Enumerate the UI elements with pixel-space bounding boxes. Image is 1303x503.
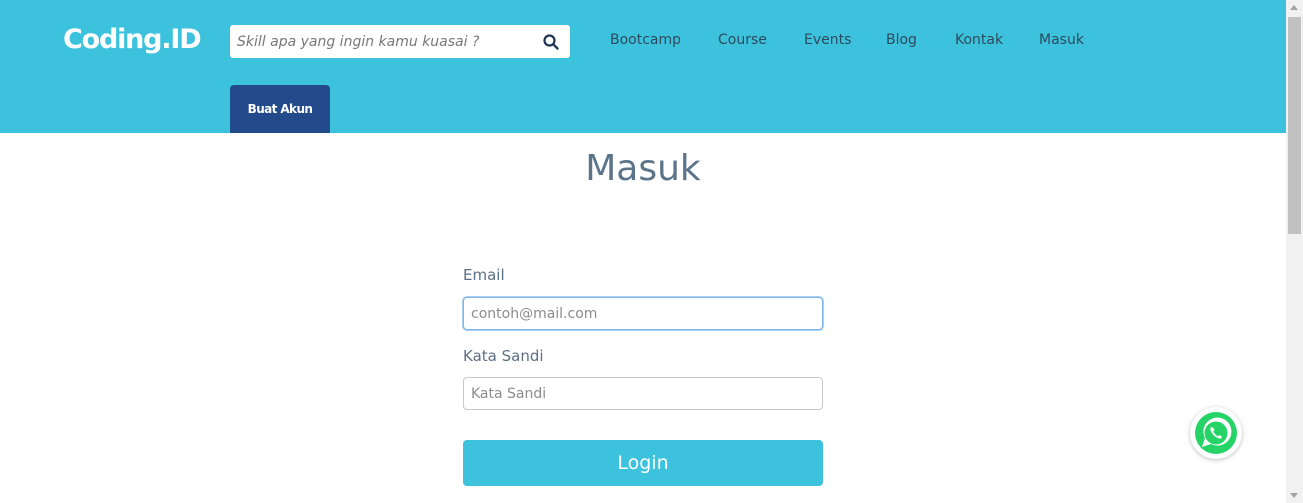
nav-events[interactable]: Events [804,31,851,49]
login-button[interactable]: Login [463,440,823,486]
nav-kontak[interactable]: Kontak [955,31,1003,49]
page-title: Masuk [585,148,701,189]
nav-blog[interactable]: Blog [886,31,917,49]
scroll-down-icon[interactable] [1290,493,1298,498]
search-input[interactable] [230,25,530,58]
site-logo[interactable]: Coding.ID [63,22,202,58]
scrollbar-thumb[interactable] [1288,17,1301,234]
email-label: Email [463,266,505,284]
nav-bootcamp[interactable]: Bootcamp [610,31,681,49]
search-icon[interactable] [542,33,560,51]
signup-button[interactable]: Buat Akun [230,85,330,133]
password-label: Kata Sandi [463,347,544,365]
vertical-scrollbar[interactable] [1286,0,1303,503]
top-navbar: Coding.ID Bootcamp Course Events Blog Ko… [0,0,1286,133]
scroll-up-icon[interactable] [1290,5,1298,10]
search-box [230,25,570,58]
nav-course[interactable]: Course [718,31,767,49]
whatsapp-icon [1195,412,1237,454]
password-field[interactable] [463,377,823,410]
whatsapp-button[interactable] [1190,407,1242,459]
nav-masuk[interactable]: Masuk [1039,31,1084,49]
email-field[interactable] [463,297,823,330]
